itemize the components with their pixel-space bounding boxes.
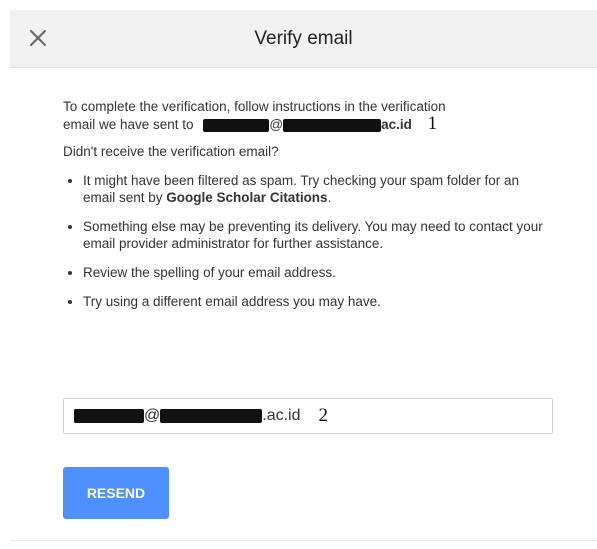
redacted-email-domain: [283, 118, 382, 132]
troubleshooting-list: It might have been filtered as spam. Try…: [63, 172, 548, 310]
dialog-title: Verify email: [254, 28, 353, 49]
annotation-2: 2: [318, 405, 329, 426]
email-domain-suffix: ac.id: [381, 117, 412, 132]
list-item: It might have been filtered as spam. Try…: [83, 172, 548, 206]
dialog-header: Verify email: [10, 10, 597, 68]
annotation-1: 1: [427, 113, 438, 134]
divider: [10, 540, 597, 541]
input-at-symbol: @: [144, 407, 161, 424]
sender-name: Google Scholar Citations: [166, 190, 328, 205]
intro-line-2: email we have sent to @ ac.id 1: [63, 113, 548, 134]
intro-text: email we have sent to: [63, 117, 194, 132]
input-domain-suffix: .ac.id: [262, 407, 301, 424]
verification-message: To complete the verification, follow ins…: [63, 98, 548, 322]
list-item: Try using a different email address you …: [83, 293, 548, 310]
email-input[interactable]: @ .ac.id 2: [63, 398, 553, 434]
intro-line-1: To complete the verification, follow ins…: [63, 99, 446, 114]
list-item: Review the spelling of your email addres…: [83, 264, 548, 281]
list-item: Something else may be preventing its del…: [83, 218, 548, 252]
not-received-heading: Didn't receive the verification email?: [63, 144, 279, 159]
email-at-symbol: @: [269, 117, 284, 132]
resend-button[interactable]: RESEND: [63, 467, 169, 519]
redacted-email-local: [203, 118, 270, 132]
list-item-tail: .: [327, 190, 332, 205]
redacted-input-domain: [160, 409, 263, 423]
redacted-input-local: [74, 409, 144, 423]
